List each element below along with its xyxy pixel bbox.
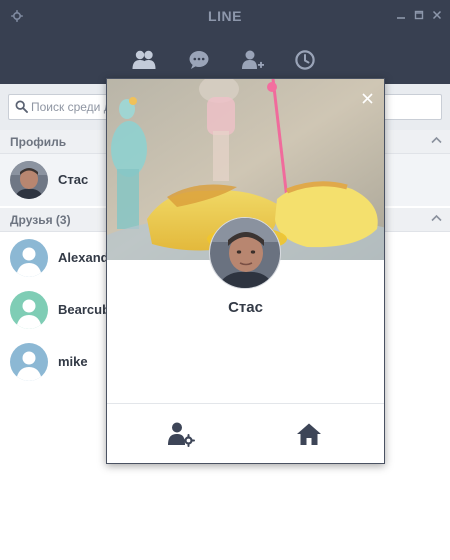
window-controls <box>394 8 444 22</box>
minimize-button[interactable] <box>394 8 408 22</box>
minimize-icon <box>397 17 405 19</box>
divider <box>107 403 384 404</box>
app-title: LINE <box>208 8 242 24</box>
profile-name: Стас <box>58 172 89 187</box>
clock-icon <box>295 50 315 70</box>
user-settings-icon <box>168 422 195 447</box>
tab-add-friend[interactable] <box>238 46 268 74</box>
close-popup-button[interactable] <box>360 91 374 105</box>
settings-button[interactable] <box>9 8 25 24</box>
avatar <box>10 291 48 329</box>
search-icon <box>15 100 28 113</box>
title-bar: LINE <box>0 0 450 34</box>
close-window-button[interactable] <box>430 8 444 22</box>
close-icon <box>432 10 442 20</box>
avatar <box>10 239 48 277</box>
friend-name: Bearcub <box>58 302 111 317</box>
friends-icon <box>132 50 156 69</box>
close-icon <box>361 92 373 104</box>
gear-icon <box>11 10 23 22</box>
chat-bubble-icon <box>189 51 209 69</box>
tab-friends[interactable] <box>129 46 159 74</box>
avatar <box>10 343 48 381</box>
home-icon <box>297 423 321 445</box>
chevron-up-icon <box>431 136 442 144</box>
tab-chats[interactable] <box>184 46 214 74</box>
profile-settings-button[interactable] <box>163 417 199 451</box>
profile-popup: Стас <box>106 78 385 464</box>
nav-bar <box>0 34 450 84</box>
popup-profile-name: Стас <box>228 299 263 316</box>
section-label: Друзья (3) <box>10 213 71 227</box>
maximize-icon <box>414 10 424 20</box>
chevron-up-icon <box>431 214 442 222</box>
section-label: Профиль <box>10 135 67 149</box>
friend-name: mike <box>58 354 88 369</box>
tab-timeline[interactable] <box>290 46 320 74</box>
add-friend-icon <box>242 50 264 69</box>
profile-avatar-large[interactable] <box>209 217 281 289</box>
home-button[interactable] <box>291 417 327 451</box>
maximize-button[interactable] <box>412 8 426 22</box>
avatar <box>10 161 48 199</box>
